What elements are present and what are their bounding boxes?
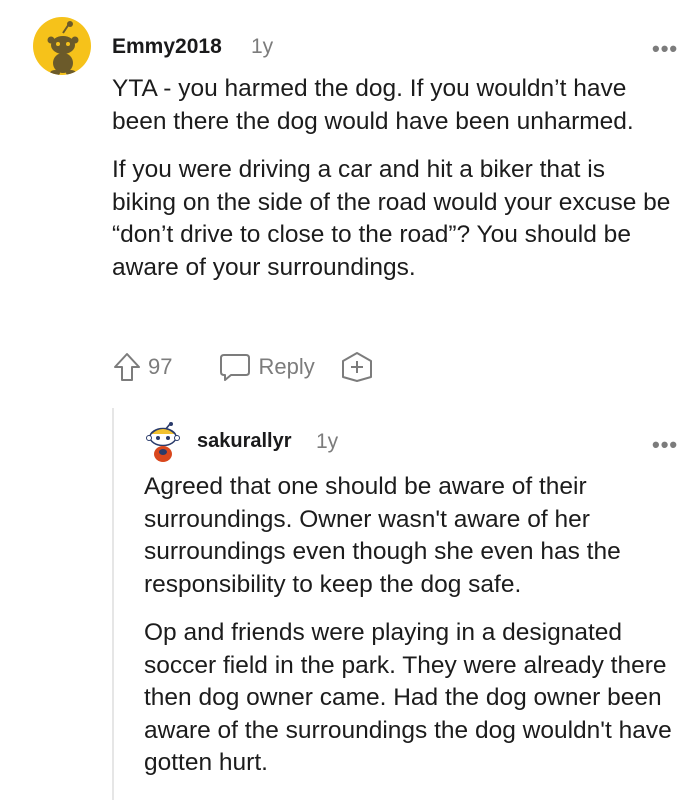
more-options-button[interactable]: ••• bbox=[652, 38, 678, 60]
user-avatar[interactable] bbox=[33, 17, 91, 75]
more-options-button[interactable]: ••• bbox=[652, 434, 678, 456]
comment-age: 1y bbox=[251, 35, 274, 58]
user-avatar[interactable] bbox=[143, 421, 183, 463]
comment-paragraph: Agreed that one should be aware of their… bbox=[144, 473, 621, 598]
comment-body: YTA - you harmed the dog. If you wouldn’… bbox=[112, 73, 672, 300]
reply-bubble-icon bbox=[220, 354, 251, 381]
thread-line[interactable] bbox=[112, 408, 114, 800]
comment-paragraph: YTA - you harmed the dog. If you wouldn’… bbox=[112, 75, 634, 135]
snoo-avatar-icon bbox=[146, 422, 180, 462]
comment-paragraph: If you were driving a car and hit a bike… bbox=[112, 156, 671, 281]
comment-age: 1y bbox=[316, 430, 339, 453]
upvote-icon[interactable] bbox=[112, 351, 142, 383]
vote-control: 97 bbox=[112, 351, 172, 383]
award-plus-icon bbox=[341, 352, 372, 382]
snoo-avatar-icon bbox=[47, 21, 79, 75]
username[interactable]: Emmy2018 bbox=[112, 35, 222, 59]
vote-count: 97 bbox=[148, 354, 173, 379]
comment-paragraph: Op and friends were playing in a designa… bbox=[144, 619, 672, 776]
award-button[interactable] bbox=[341, 351, 373, 383]
comment-body: Agreed that one should be aware of their… bbox=[144, 471, 692, 796]
reply-button[interactable]: Reply bbox=[218, 351, 315, 383]
username[interactable]: sakurallyr bbox=[197, 430, 292, 453]
reply-label: Reply bbox=[258, 354, 315, 379]
comment-actions: 97 Reply bbox=[112, 350, 373, 384]
